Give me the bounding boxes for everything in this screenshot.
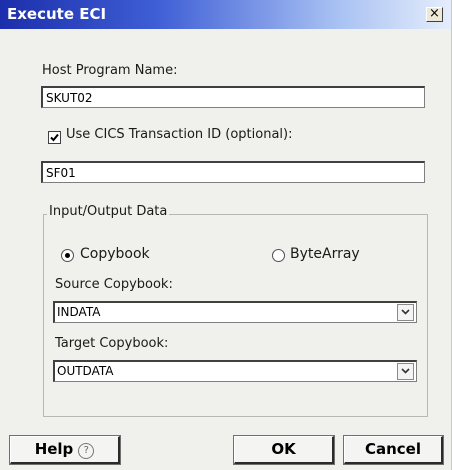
chevron-down-icon xyxy=(401,368,410,374)
host-program-input[interactable] xyxy=(41,86,425,108)
target-copybook-dropdown-button[interactable] xyxy=(397,363,414,380)
target-copybook-label: Target Copybook: xyxy=(55,336,169,351)
chevron-down-icon xyxy=(401,309,410,315)
dialog-title: Execute ECI xyxy=(7,5,107,23)
title-bar: Execute ECI × xyxy=(0,0,451,29)
source-copybook-value: INDATA xyxy=(57,305,101,319)
close-button[interactable]: × xyxy=(426,7,443,22)
bytearray-radio[interactable] xyxy=(272,249,285,262)
cics-transaction-input[interactable] xyxy=(41,161,425,183)
target-copybook-value: OUTDATA xyxy=(57,364,114,378)
help-icon: ? xyxy=(78,443,95,459)
source-copybook-dropdown-button[interactable] xyxy=(397,304,414,321)
cancel-button[interactable]: Cancel xyxy=(344,436,443,464)
copybook-radio-label: Copybook xyxy=(80,246,150,262)
checkmark-icon xyxy=(50,133,59,142)
ok-button-label: OK xyxy=(271,440,296,458)
help-button-label: Help xyxy=(34,440,74,458)
source-copybook-select[interactable]: INDATA xyxy=(53,301,417,323)
cics-checkbox[interactable] xyxy=(48,131,61,144)
ok-button[interactable]: OK xyxy=(234,436,334,464)
execute-eci-dialog: Execute ECI × Host Program Name: Use CIC… xyxy=(0,0,452,470)
copybook-radio[interactable] xyxy=(61,249,74,262)
source-copybook-label: Source Copybook: xyxy=(55,277,173,292)
cancel-button-label: Cancel xyxy=(364,440,421,458)
bytearray-radio-label: ByteArray xyxy=(290,246,360,262)
io-data-legend: Input/Output Data xyxy=(47,204,170,219)
cics-label: Use CICS Transaction ID (optional): xyxy=(66,127,293,142)
target-copybook-select[interactable]: OUTDATA xyxy=(53,360,417,382)
host-program-label: Host Program Name: xyxy=(42,63,178,78)
close-icon: × xyxy=(429,6,440,21)
help-button[interactable]: Help? xyxy=(10,436,120,464)
